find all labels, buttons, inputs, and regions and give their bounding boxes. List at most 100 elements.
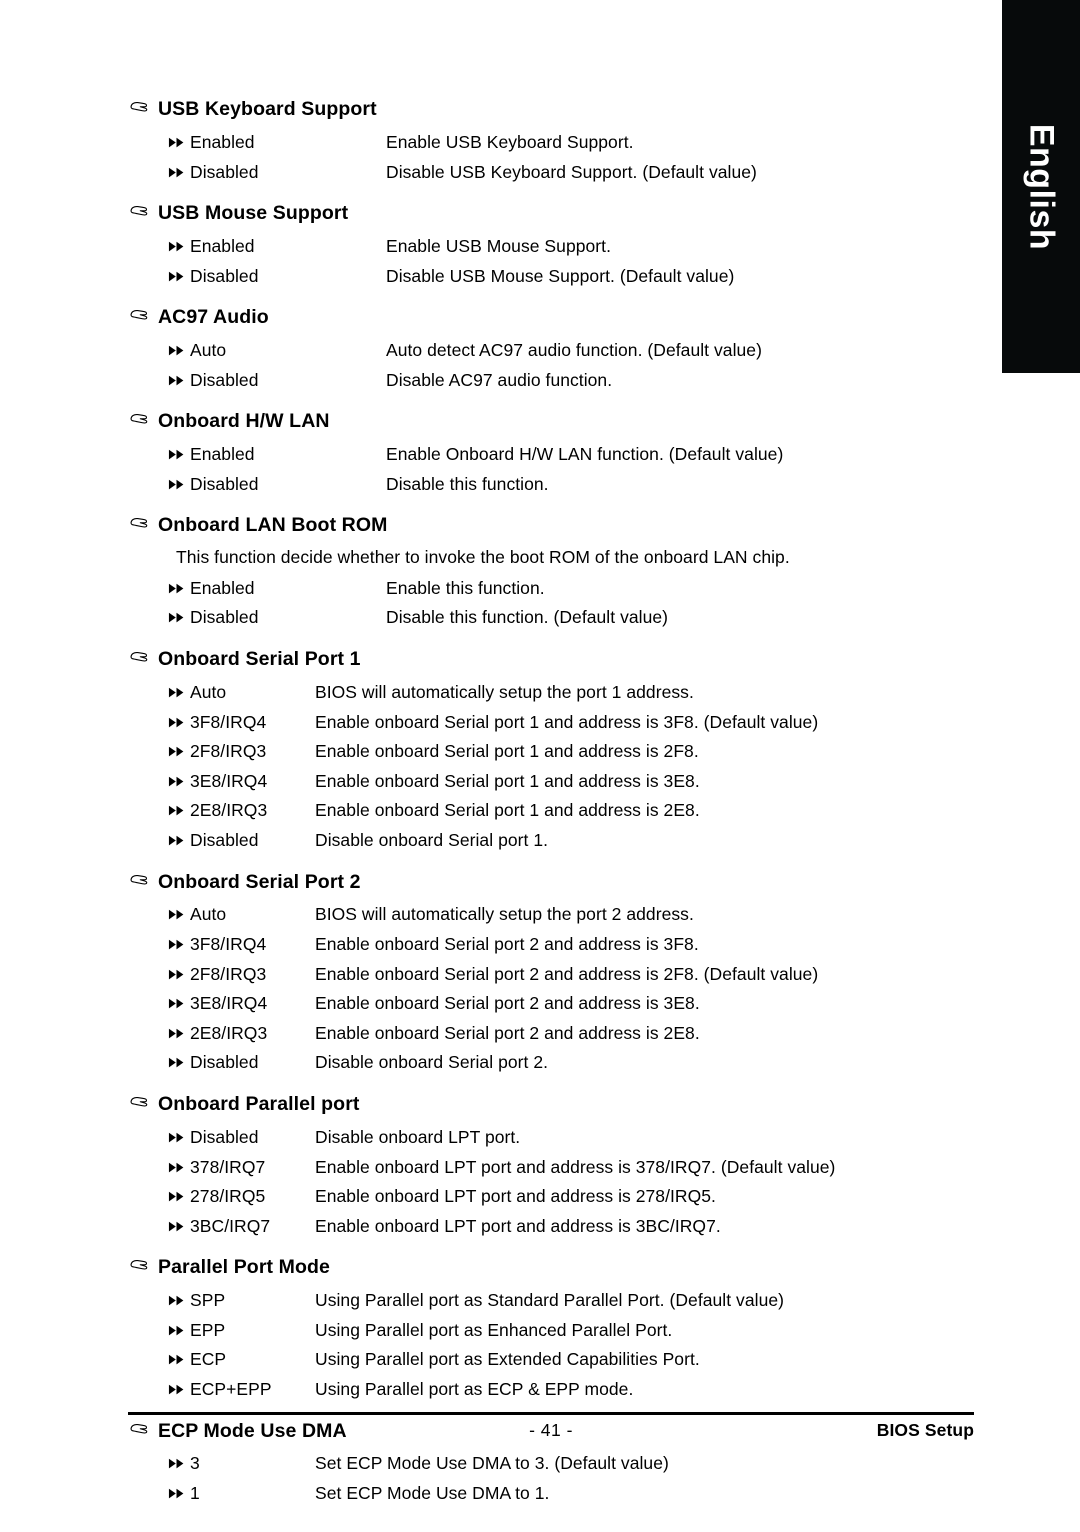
option-label: Enabled: [190, 236, 255, 256]
section-heading: Parallel Port Mode: [128, 1254, 988, 1281]
option-label: ECP+EPP: [190, 1378, 272, 1399]
option-description: Enable USB Keyboard Support.: [386, 131, 634, 152]
double-right-arrow-icon: [168, 1181, 190, 1202]
option-label: 2F8/IRQ3: [190, 963, 267, 984]
section-title: Parallel Port Mode: [158, 1256, 330, 1279]
option-row: Auto BIOS will automatically setup the po…: [128, 899, 988, 929]
double-right-arrow-icon: [168, 365, 190, 386]
double-right-arrow-icon: [168, 573, 190, 594]
double-right-arrow-icon: [168, 335, 190, 356]
bios-option-section: AC97 Audio Auto Auto detect AC97 audio fun…: [128, 304, 988, 394]
option-description: Using Parallel port as ECP & EPP mode.: [315, 1378, 634, 1399]
pointing-hand-icon: [128, 650, 158, 664]
option-row: Disabled Disable onboard Serial port 2.: [128, 1047, 988, 1077]
option-row: SPP Using Parallel port as Standard Paral…: [128, 1285, 988, 1315]
section-title: Onboard LAN Boot ROM: [158, 514, 388, 537]
double-right-arrow-icon: [168, 127, 190, 148]
double-right-arrow-icon: [168, 1448, 190, 1469]
bios-option-section: Parallel Port Mode SPP Using Parallel port…: [128, 1254, 988, 1403]
option-row: 3F8/IRQ4 Enable onboard Serial port 2 and…: [128, 929, 988, 959]
option-label: Enabled: [190, 444, 255, 465]
option-row: ECP Using Parallel port as Extended Capab…: [128, 1344, 988, 1374]
section-title: USB Keyboard Support: [158, 98, 377, 120]
option-label: 3BC/IRQ7: [190, 1215, 271, 1236]
double-right-arrow-icon: [168, 602, 190, 623]
option-label: EPP: [190, 1319, 226, 1340]
option-description: Disable onboard LPT port.: [315, 1126, 521, 1147]
option-description: Enable onboard Serial port 1 and address…: [315, 800, 700, 821]
pointing-hand-icon: [128, 1095, 158, 1109]
option-description: Disable AC97 audio function.: [386, 369, 613, 390]
double-right-arrow-icon: [168, 766, 190, 787]
document-page: English USB Keyboard Support Enabled Enabl…: [0, 0, 1080, 1532]
option-row: EPP Using Parallel port as Enhanced Paral…: [128, 1315, 988, 1345]
pointing-hand-icon: [128, 308, 158, 322]
pointing-hand-icon: [128, 516, 158, 530]
double-right-arrow-icon: [168, 1152, 190, 1173]
section-title: AC97 Audio: [158, 306, 269, 329]
option-description: Enable Onboard H/W LAN function. (Defaul…: [386, 444, 784, 465]
double-right-arrow-icon: [168, 1122, 190, 1143]
option-label: Auto: [190, 681, 227, 702]
option-row: Enabled Enable Onboard H/W LAN function. …: [128, 439, 988, 469]
page-number: - 41 -: [529, 1420, 573, 1440]
option-description: Disable this function. (Default value): [386, 607, 669, 628]
option-label: 278/IRQ5: [190, 1186, 266, 1207]
footer-section-label: BIOS Setup: [876, 1420, 974, 1440]
bios-option-section: Onboard LAN Boot ROM This function decide…: [128, 512, 988, 632]
option-label: Disabled: [190, 369, 259, 390]
section-title: Onboard Serial Port 1: [158, 648, 361, 671]
option-label: 3E8/IRQ4: [190, 770, 268, 791]
option-description: Set ECP Mode Use DMA to 3. (Default valu…: [315, 1453, 669, 1474]
option-row: 2F8/IRQ3 Enable onboard Serial port 1 and…: [128, 736, 988, 766]
pointing-hand-icon: [128, 204, 158, 218]
option-row: Disabled Disable onboard LPT port.: [128, 1122, 988, 1152]
double-right-arrow-icon: [168, 929, 190, 950]
option-label: 1: [190, 1483, 200, 1504]
option-row: Disabled Disable this function. (Default …: [128, 602, 988, 632]
option-row: 3E8/IRQ4 Enable onboard Serial port 2 and…: [128, 988, 988, 1018]
option-label: SPP: [190, 1290, 226, 1311]
option-label: Disabled: [190, 265, 259, 286]
double-right-arrow-icon: [168, 736, 190, 757]
double-right-arrow-icon: [168, 1211, 190, 1232]
option-description: Set ECP Mode Use DMA to 1.: [315, 1483, 550, 1504]
section-heading: USB Keyboard Support: [128, 96, 988, 123]
pointing-hand-icon: [128, 1258, 158, 1272]
option-description: Enable onboard Serial port 2 and address…: [315, 934, 699, 955]
option-label: Enabled: [190, 131, 255, 152]
section-heading: Onboard Serial Port 2: [128, 869, 988, 896]
double-right-arrow-icon: [168, 1285, 190, 1306]
option-description: BIOS will automatically setup the port 1…: [315, 681, 694, 702]
bios-options-content: USB Keyboard Support Enabled Enable USB Ke…: [128, 96, 988, 1508]
option-row: 3E8/IRQ4 Enable onboard Serial port 1 and…: [128, 766, 988, 796]
option-row: Enabled Enable USB Keyboard Support.: [128, 127, 988, 157]
option-description: Enable onboard LPT port and address is 3…: [315, 1215, 721, 1236]
option-row: 278/IRQ5 Enable onboard LPT port and addr…: [128, 1181, 988, 1211]
option-row: Disabled Disable USB Mouse Support. (Defa…: [128, 261, 988, 291]
double-right-arrow-icon: [168, 1047, 190, 1068]
option-description: Using Parallel port as Extended Capabili…: [315, 1349, 700, 1370]
section-heading: Onboard Parallel port: [128, 1091, 988, 1118]
section-title: USB Mouse Support: [158, 202, 349, 225]
option-row: ECP+EPP Using Parallel port as ECP & EPP …: [128, 1374, 988, 1404]
option-description: Disable onboard Serial port 2.: [315, 1052, 549, 1073]
option-label: Disabled: [190, 607, 259, 628]
double-right-arrow-icon: [168, 439, 190, 460]
option-description: Using Parallel port as Standard Parallel…: [315, 1290, 785, 1311]
option-label: Disabled: [190, 829, 259, 850]
option-row: Auto Auto detect AC97 audio function. (De…: [128, 335, 988, 365]
option-description: Enable onboard Serial port 1 and address…: [315, 711, 819, 732]
option-description: Disable onboard Serial port 1.: [315, 829, 549, 850]
option-description: BIOS will automatically setup the port 2…: [315, 904, 694, 925]
option-row: Disabled Disable AC97 audio function.: [128, 365, 988, 395]
option-label: 2E8/IRQ3: [190, 1022, 268, 1043]
option-description: Enable onboard LPT port and address is 3…: [315, 1156, 836, 1177]
option-description: Enable this function.: [386, 577, 545, 598]
double-right-arrow-icon: [168, 677, 190, 698]
section-heading: Onboard LAN Boot ROM: [128, 512, 988, 539]
option-description: Enable onboard Serial port 2 and address…: [315, 993, 700, 1014]
option-description: Disable USB Mouse Support. (Default valu…: [386, 265, 735, 286]
option-row: Enabled Enable this function.: [128, 573, 988, 603]
option-row: 2E8/IRQ3 Enable onboard Serial port 2 and…: [128, 1018, 988, 1048]
